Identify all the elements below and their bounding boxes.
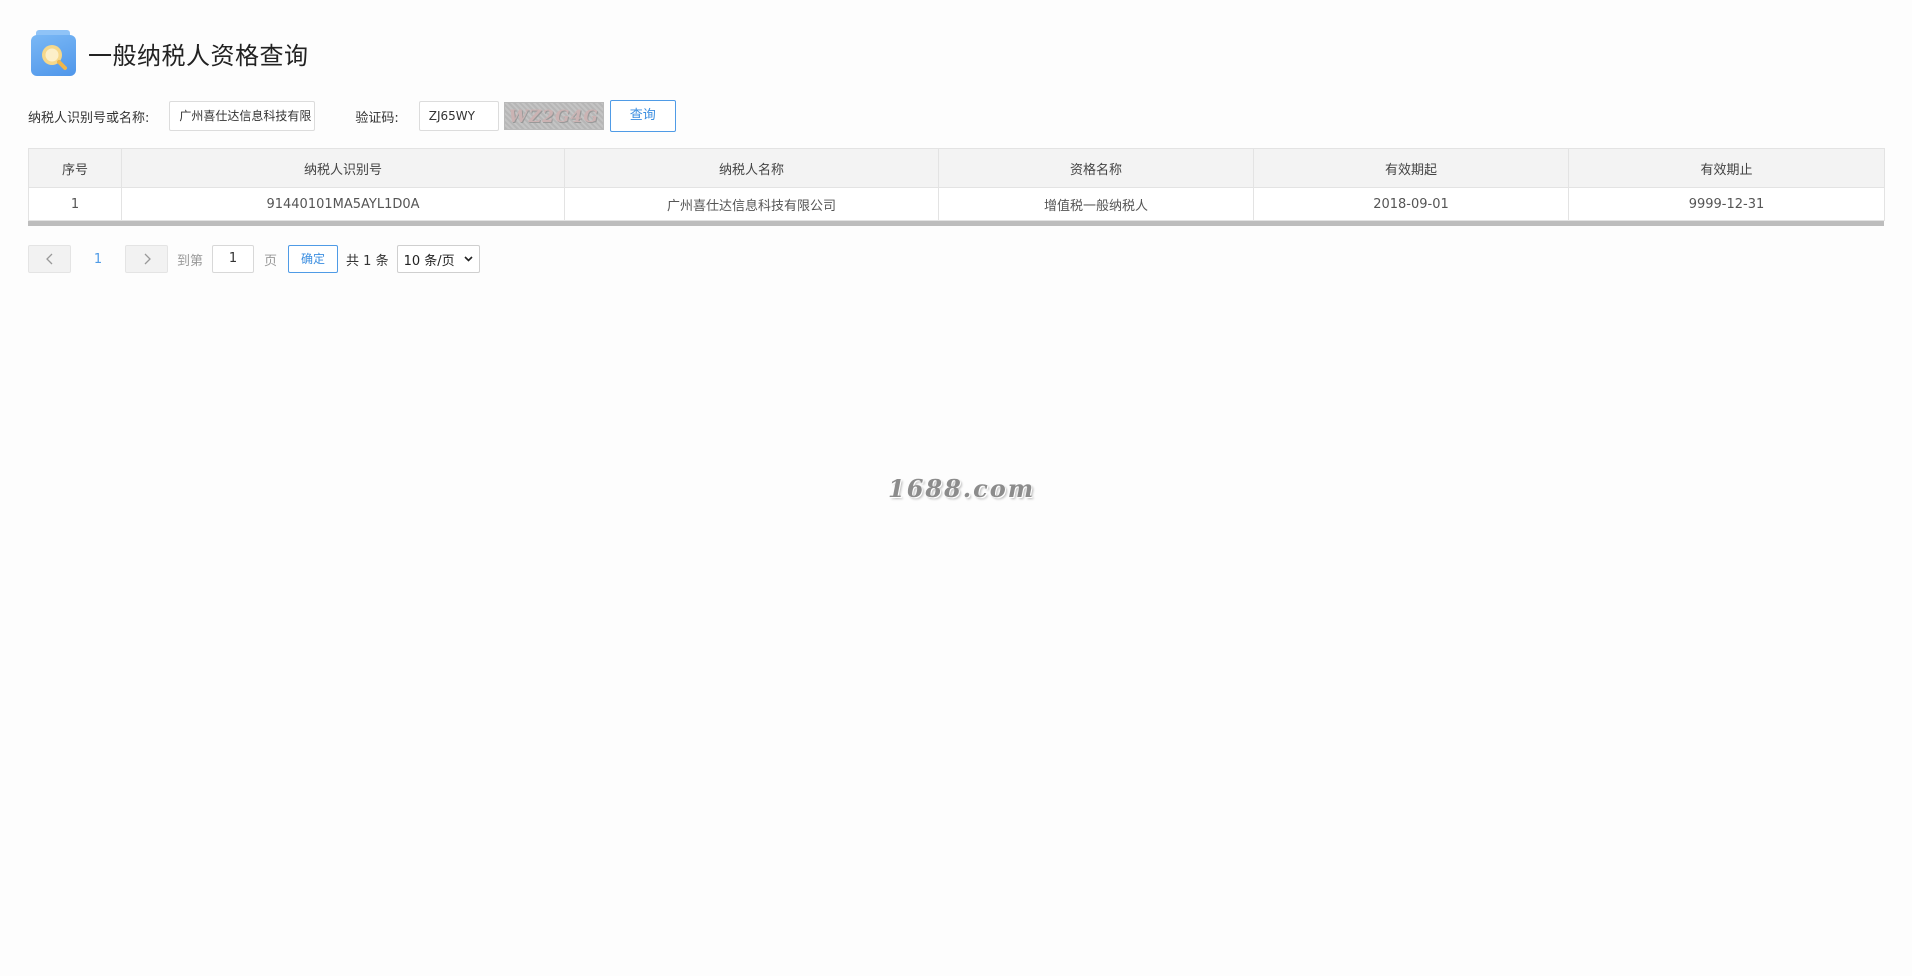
page-size-select[interactable]: 10 条/页 (396, 245, 480, 273)
captcha-image[interactable]: WZ2G4G (503, 102, 604, 130)
column-header: 纳税人名称 (564, 148, 939, 188)
page-title: 一般纳税人资格查询 (88, 41, 309, 70)
table-cell: 1 (28, 187, 122, 221)
taxpayer-input[interactable]: 广州喜仕达信息科技有限 (169, 101, 316, 131)
column-header: 资格名称 (938, 148, 1254, 188)
current-page-number[interactable]: 1 (71, 252, 125, 267)
chevron-left-icon (45, 253, 52, 265)
results-table: 序号 纳税人识别号 纳税人名称 资格名称 有效期起 有效期止 1 9144010… (28, 148, 1885, 226)
confirm-button[interactable]: 确定 (288, 245, 339, 273)
table-row: 1 91440101MA5AYL1D0A 广州喜仕达信息科技有限公司 增值税一般… (28, 187, 1885, 221)
next-page-button[interactable] (125, 245, 168, 273)
column-header: 有效期起 (1253, 148, 1569, 188)
column-header: 纳税人识别号 (121, 148, 565, 188)
table-cell: 2018-09-01 (1253, 187, 1569, 221)
query-button[interactable]: 查询 (609, 100, 676, 132)
chevron-right-icon (144, 253, 151, 265)
page-size-value: 10 条/页 (403, 253, 455, 269)
table-cell: 广州喜仕达信息科技有限公司 (564, 187, 939, 221)
prev-page-button[interactable] (28, 245, 71, 273)
column-header: 有效期止 (1568, 148, 1885, 188)
page-header: 一般纳税人资格查询 (31, 30, 309, 76)
goto-page-input[interactable]: 1 (212, 245, 255, 273)
search-document-icon (31, 30, 76, 76)
column-header: 序号 (28, 148, 122, 188)
total-count: 共 1 条 (346, 253, 389, 269)
table-cell: 增值税一般纳税人 (938, 187, 1254, 221)
watermark: 1688.com (888, 474, 1036, 503)
taxpayer-label: 纳税人识别号或名称: (28, 110, 150, 126)
pagination: 1 到第 1 页 确定 共 1 条 10 条/页 (28, 245, 480, 273)
goto-label: 到第 (177, 253, 204, 269)
table-cell: 9999-12-31 (1568, 187, 1885, 221)
chevron-down-icon (464, 256, 473, 262)
table-cell: 91440101MA5AYL1D0A (121, 187, 565, 221)
table-header-row: 序号 纳税人识别号 纳税人名称 资格名称 有效期起 有效期止 (28, 148, 1885, 188)
page: 一般纳税人资格查询 纳税人识别号或名称: 广州喜仕达信息科技有限 验证码: ZJ… (0, 0, 1912, 976)
search-form: 纳税人识别号或名称: 广州喜仕达信息科技有限 验证码: ZJ65WY WZ2G4… (28, 100, 676, 132)
horizontal-scrollbar[interactable] (28, 221, 1884, 226)
captcha-label: 验证码: (355, 110, 399, 126)
captcha-input[interactable]: ZJ65WY (418, 101, 499, 131)
page-unit-label: 页 (264, 253, 278, 269)
